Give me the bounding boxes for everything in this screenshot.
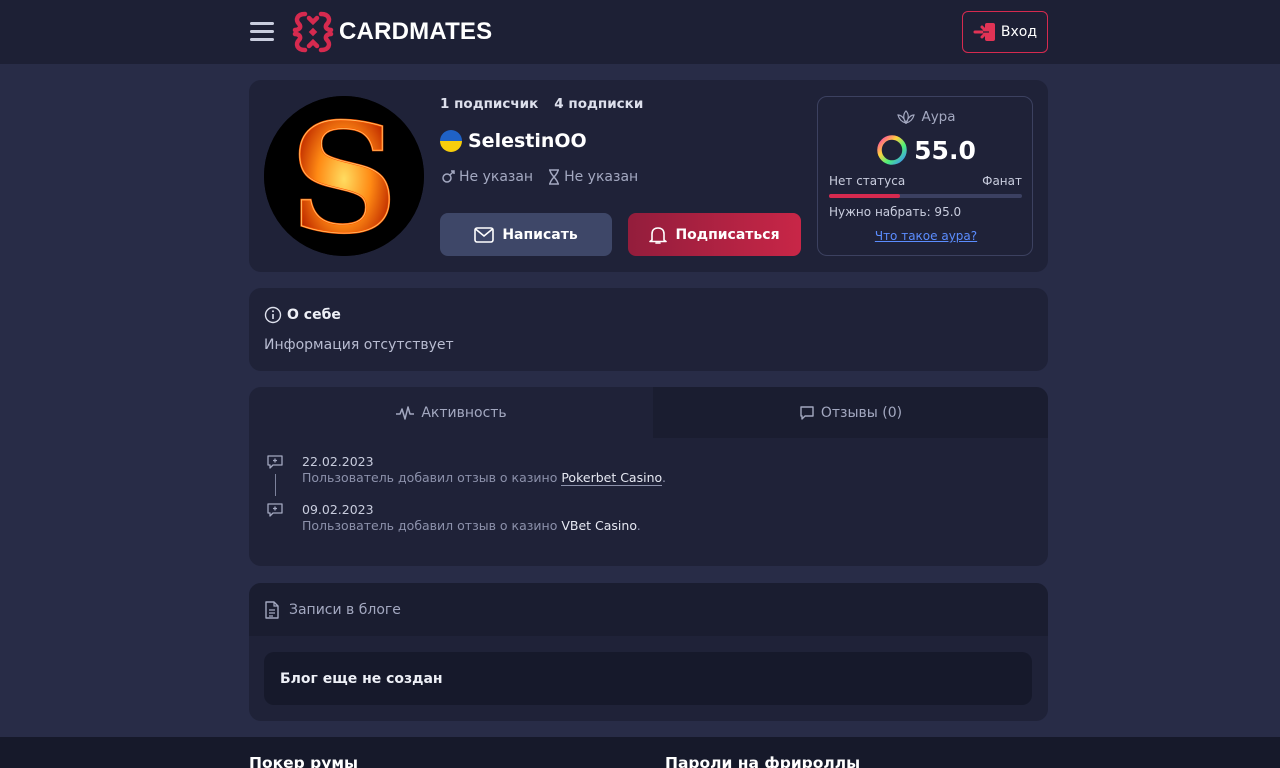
aura-status-next: Фанат bbox=[982, 174, 1022, 188]
about-title-label: О себе bbox=[287, 307, 341, 323]
aura-status-current: Нет статуса bbox=[829, 174, 906, 188]
aura-progress-bar bbox=[829, 194, 1022, 198]
info-icon bbox=[264, 306, 282, 324]
activity-text: Пользователь добавил отзыв о казино Poke… bbox=[302, 470, 666, 486]
subscribe-label: Подписаться bbox=[675, 226, 780, 243]
username-row: SelestinOO bbox=[440, 130, 587, 152]
activity-text: Пользователь добавил отзыв о казино VBet… bbox=[302, 518, 641, 533]
avatar: S S bbox=[264, 96, 424, 256]
username: SelestinOO bbox=[468, 130, 587, 152]
tab-reviews-label: Отзывы (0) bbox=[820, 404, 903, 421]
hourglass-icon bbox=[549, 169, 560, 185]
followers-count[interactable]: 1 подписчик bbox=[440, 96, 538, 112]
bell-icon bbox=[649, 226, 668, 244]
aura-status-row: Нет статуса Фанат bbox=[829, 174, 1022, 188]
timeline-connector bbox=[275, 474, 276, 496]
brand-name: CARDMATES bbox=[339, 18, 493, 45]
blog-empty-message: Блог еще не создан bbox=[264, 652, 1032, 705]
blog-title: Записи в блоге bbox=[289, 601, 401, 618]
aura-info-link[interactable]: Что такое аура? bbox=[818, 229, 1034, 243]
svg-text:S: S bbox=[290, 96, 398, 256]
menu-icon[interactable] bbox=[250, 22, 274, 42]
gender-field: Не указан bbox=[440, 169, 533, 185]
about-title: О себе bbox=[264, 306, 341, 324]
logo[interactable]: CARDMATES bbox=[291, 10, 492, 54]
aura-need-text: Нужно набрать: 95.0 bbox=[829, 205, 962, 219]
login-icon bbox=[973, 23, 995, 41]
aura-ring-icon bbox=[877, 135, 907, 165]
top-navbar: CARDMATES Вход bbox=[0, 0, 1280, 64]
comment-plus-icon bbox=[267, 503, 283, 517]
casino-link[interactable]: Pokerbet Casino bbox=[561, 470, 662, 486]
fire-letter-avatar-image: S S bbox=[264, 96, 424, 256]
profile-meta: Не указан Не указан bbox=[440, 169, 638, 185]
comment-plus-icon bbox=[267, 455, 283, 469]
footer-heading-poker-rooms[interactable]: Покер румы bbox=[249, 754, 358, 768]
about-text: Информация отсутствует bbox=[264, 337, 454, 353]
aura-value: 55.0 bbox=[914, 135, 976, 165]
envelope-icon bbox=[474, 226, 495, 243]
age-field: Не указан bbox=[547, 169, 638, 185]
cardmates-logo-icon bbox=[292, 11, 334, 53]
aura-panel: Аура 55.0 Нет статуса Фанат Нужно набрат… bbox=[817, 96, 1033, 256]
tab-activity-label: Активность bbox=[421, 404, 507, 421]
follow-counts: 1 подписчик 4 подписки bbox=[440, 96, 643, 112]
about-card: О себе Информация отсутствует bbox=[249, 288, 1048, 371]
footer: Покер румы Пароли на фрироллы bbox=[0, 737, 1280, 768]
document-icon bbox=[265, 600, 279, 619]
footer-heading-freeroll-passwords[interactable]: Пароли на фрироллы bbox=[665, 754, 860, 768]
write-label: Написать bbox=[502, 226, 578, 243]
aura-progress-fill bbox=[829, 194, 901, 198]
aura-score: 55.0 bbox=[818, 134, 1034, 166]
profile-card: S S 1 подписчик 4 подписки SelestinOO Не… bbox=[249, 80, 1048, 272]
blog-header: Записи в блоге bbox=[249, 583, 1048, 636]
ukraine-flag-icon bbox=[440, 130, 462, 152]
gender-icon bbox=[442, 170, 455, 183]
tab-activity[interactable]: Активность bbox=[249, 387, 653, 438]
blog-card: Записи в блоге Блог еще не создан bbox=[249, 583, 1048, 721]
comment-icon bbox=[800, 405, 814, 420]
write-message-button[interactable]: Написать bbox=[440, 213, 612, 256]
lotus-icon bbox=[897, 110, 916, 124]
activity-date: 09.02.2023 bbox=[302, 502, 374, 517]
following-count[interactable]: 4 подписки bbox=[554, 96, 643, 112]
tab-reviews[interactable]: Отзывы (0) bbox=[653, 387, 1048, 438]
aura-title-label: Аура bbox=[921, 109, 956, 125]
subscribe-button[interactable]: Подписаться bbox=[628, 213, 801, 256]
pulse-icon bbox=[396, 405, 415, 420]
casino-link[interactable]: VBet Casino bbox=[561, 518, 636, 533]
gender-value: Не указан bbox=[459, 169, 534, 185]
aura-title: Аура bbox=[818, 109, 1034, 125]
login-label: Вход bbox=[1000, 24, 1038, 40]
activity-date: 22.02.2023 bbox=[302, 454, 374, 469]
login-button[interactable]: Вход bbox=[962, 11, 1048, 53]
age-value: Не указан bbox=[564, 169, 639, 185]
